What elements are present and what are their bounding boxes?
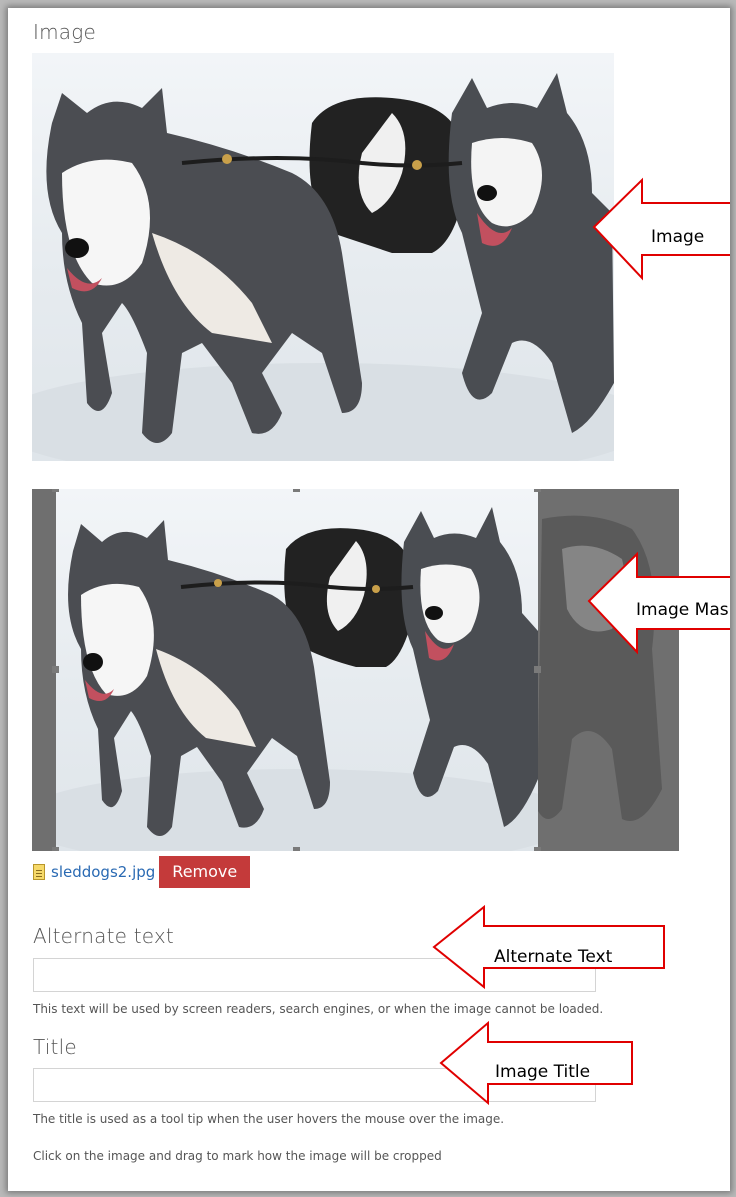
- image-field-panel: Image sleddogs2.jpg Remove Alternate tex…: [8, 8, 730, 1191]
- image-title-callout-text: Image Title: [495, 1062, 591, 1082]
- alternate-text-callout-text: Alternate Text: [494, 947, 613, 967]
- image-callout-text: Image: [651, 227, 705, 247]
- image-mask-callout-text: Image Mask: [636, 600, 730, 620]
- annotation-arrows: [432, 177, 730, 1106]
